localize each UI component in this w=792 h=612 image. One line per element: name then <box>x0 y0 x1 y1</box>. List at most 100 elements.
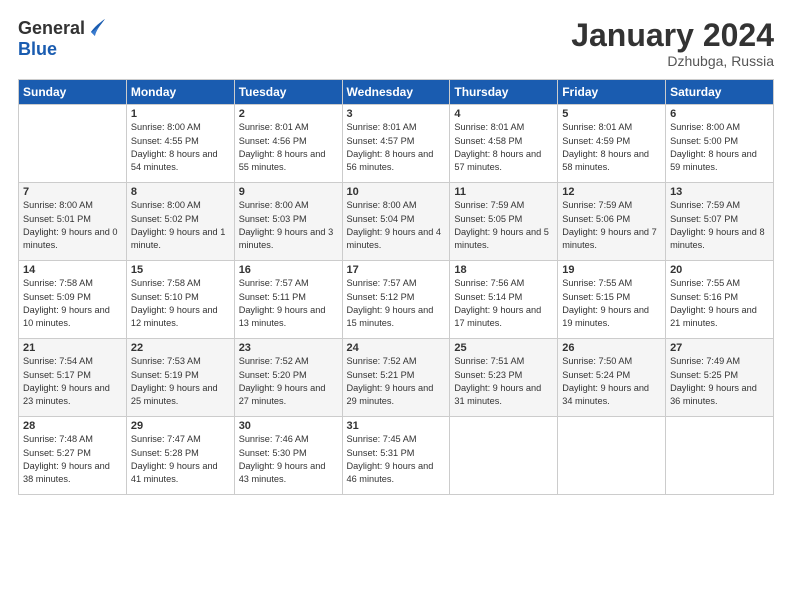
week-row-5: 28Sunrise: 7:48 AMSunset: 5:27 PMDayligh… <box>19 417 774 495</box>
calendar-cell: 1Sunrise: 8:00 AMSunset: 4:55 PMDaylight… <box>126 105 234 183</box>
day-number: 28 <box>23 420 122 432</box>
col-thursday: Thursday <box>450 80 558 105</box>
calendar-cell: 6Sunrise: 8:00 AMSunset: 5:00 PMDaylight… <box>666 105 774 183</box>
day-number: 11 <box>454 186 553 198</box>
calendar-cell: 11Sunrise: 7:59 AMSunset: 5:05 PMDayligh… <box>450 183 558 261</box>
day-info: Sunrise: 8:01 AMSunset: 4:57 PMDaylight:… <box>347 121 446 174</box>
day-info: Sunrise: 7:47 AMSunset: 5:28 PMDaylight:… <box>131 433 230 486</box>
header: General Blue January 2024 Dzhubga, Russi… <box>18 18 774 69</box>
col-wednesday: Wednesday <box>342 80 450 105</box>
calendar-cell: 20Sunrise: 7:55 AMSunset: 5:16 PMDayligh… <box>666 261 774 339</box>
day-info: Sunrise: 7:58 AMSunset: 5:10 PMDaylight:… <box>131 277 230 330</box>
col-monday: Monday <box>126 80 234 105</box>
calendar-cell: 25Sunrise: 7:51 AMSunset: 5:23 PMDayligh… <box>450 339 558 417</box>
day-info: Sunrise: 8:00 AMSunset: 5:02 PMDaylight:… <box>131 199 230 252</box>
calendar-cell: 31Sunrise: 7:45 AMSunset: 5:31 PMDayligh… <box>342 417 450 495</box>
col-sunday: Sunday <box>19 80 127 105</box>
calendar-cell: 7Sunrise: 8:00 AMSunset: 5:01 PMDaylight… <box>19 183 127 261</box>
calendar-cell: 10Sunrise: 8:00 AMSunset: 5:04 PMDayligh… <box>342 183 450 261</box>
day-number: 7 <box>23 186 122 198</box>
day-number: 8 <box>131 186 230 198</box>
day-number: 3 <box>347 108 446 120</box>
day-number: 12 <box>562 186 661 198</box>
day-number: 10 <box>347 186 446 198</box>
day-number: 17 <box>347 264 446 276</box>
col-friday: Friday <box>558 80 666 105</box>
day-number: 18 <box>454 264 553 276</box>
calendar-cell: 17Sunrise: 7:57 AMSunset: 5:12 PMDayligh… <box>342 261 450 339</box>
day-info: Sunrise: 7:55 AMSunset: 5:15 PMDaylight:… <box>562 277 661 330</box>
logo-bird-icon <box>87 18 105 40</box>
col-saturday: Saturday <box>666 80 774 105</box>
day-info: Sunrise: 7:59 AMSunset: 5:07 PMDaylight:… <box>670 199 769 252</box>
calendar-cell: 2Sunrise: 8:01 AMSunset: 4:56 PMDaylight… <box>234 105 342 183</box>
day-info: Sunrise: 8:01 AMSunset: 4:58 PMDaylight:… <box>454 121 553 174</box>
day-number: 5 <box>562 108 661 120</box>
calendar-cell: 15Sunrise: 7:58 AMSunset: 5:10 PMDayligh… <box>126 261 234 339</box>
day-number: 30 <box>239 420 338 432</box>
day-info: Sunrise: 7:50 AMSunset: 5:24 PMDaylight:… <box>562 355 661 408</box>
day-number: 21 <box>23 342 122 354</box>
title-block: January 2024 Dzhubga, Russia <box>571 18 774 69</box>
week-row-1: 1Sunrise: 8:00 AMSunset: 4:55 PMDaylight… <box>19 105 774 183</box>
calendar-cell: 8Sunrise: 8:00 AMSunset: 5:02 PMDaylight… <box>126 183 234 261</box>
day-number: 20 <box>670 264 769 276</box>
day-info: Sunrise: 8:01 AMSunset: 4:56 PMDaylight:… <box>239 121 338 174</box>
day-number: 15 <box>131 264 230 276</box>
day-number: 25 <box>454 342 553 354</box>
day-number: 4 <box>454 108 553 120</box>
calendar-cell: 23Sunrise: 7:52 AMSunset: 5:20 PMDayligh… <box>234 339 342 417</box>
col-tuesday: Tuesday <box>234 80 342 105</box>
day-number: 9 <box>239 186 338 198</box>
day-info: Sunrise: 7:59 AMSunset: 5:05 PMDaylight:… <box>454 199 553 252</box>
week-row-3: 14Sunrise: 7:58 AMSunset: 5:09 PMDayligh… <box>19 261 774 339</box>
day-info: Sunrise: 7:56 AMSunset: 5:14 PMDaylight:… <box>454 277 553 330</box>
calendar-table: Sunday Monday Tuesday Wednesday Thursday… <box>18 79 774 495</box>
day-info: Sunrise: 8:00 AMSunset: 5:03 PMDaylight:… <box>239 199 338 252</box>
calendar-cell: 30Sunrise: 7:46 AMSunset: 5:30 PMDayligh… <box>234 417 342 495</box>
day-info: Sunrise: 7:45 AMSunset: 5:31 PMDaylight:… <box>347 433 446 486</box>
day-info: Sunrise: 8:00 AMSunset: 4:55 PMDaylight:… <box>131 121 230 174</box>
day-info: Sunrise: 8:00 AMSunset: 5:04 PMDaylight:… <box>347 199 446 252</box>
calendar-cell <box>666 417 774 495</box>
logo: General Blue <box>18 18 105 60</box>
day-info: Sunrise: 8:00 AMSunset: 5:01 PMDaylight:… <box>23 199 122 252</box>
day-info: Sunrise: 7:46 AMSunset: 5:30 PMDaylight:… <box>239 433 338 486</box>
calendar-cell <box>19 105 127 183</box>
calendar-cell: 4Sunrise: 8:01 AMSunset: 4:58 PMDaylight… <box>450 105 558 183</box>
calendar-cell: 26Sunrise: 7:50 AMSunset: 5:24 PMDayligh… <box>558 339 666 417</box>
logo-general-text: General <box>18 19 85 39</box>
day-number: 22 <box>131 342 230 354</box>
day-info: Sunrise: 7:48 AMSunset: 5:27 PMDaylight:… <box>23 433 122 486</box>
day-number: 2 <box>239 108 338 120</box>
day-info: Sunrise: 7:57 AMSunset: 5:12 PMDaylight:… <box>347 277 446 330</box>
day-info: Sunrise: 8:01 AMSunset: 4:59 PMDaylight:… <box>562 121 661 174</box>
month-title: January 2024 <box>571 18 774 53</box>
day-info: Sunrise: 7:58 AMSunset: 5:09 PMDaylight:… <box>23 277 122 330</box>
week-row-2: 7Sunrise: 8:00 AMSunset: 5:01 PMDaylight… <box>19 183 774 261</box>
day-info: Sunrise: 7:51 AMSunset: 5:23 PMDaylight:… <box>454 355 553 408</box>
logo-blue-text: Blue <box>18 40 105 60</box>
calendar-cell: 9Sunrise: 8:00 AMSunset: 5:03 PMDaylight… <box>234 183 342 261</box>
calendar-cell: 13Sunrise: 7:59 AMSunset: 5:07 PMDayligh… <box>666 183 774 261</box>
day-number: 23 <box>239 342 338 354</box>
day-number: 6 <box>670 108 769 120</box>
calendar-cell: 16Sunrise: 7:57 AMSunset: 5:11 PMDayligh… <box>234 261 342 339</box>
day-number: 29 <box>131 420 230 432</box>
calendar-cell: 22Sunrise: 7:53 AMSunset: 5:19 PMDayligh… <box>126 339 234 417</box>
day-info: Sunrise: 7:59 AMSunset: 5:06 PMDaylight:… <box>562 199 661 252</box>
calendar-cell: 29Sunrise: 7:47 AMSunset: 5:28 PMDayligh… <box>126 417 234 495</box>
day-number: 27 <box>670 342 769 354</box>
page: General Blue January 2024 Dzhubga, Russi… <box>0 0 792 505</box>
day-number: 31 <box>347 420 446 432</box>
calendar-cell: 24Sunrise: 7:52 AMSunset: 5:21 PMDayligh… <box>342 339 450 417</box>
calendar-cell: 5Sunrise: 8:01 AMSunset: 4:59 PMDaylight… <box>558 105 666 183</box>
day-info: Sunrise: 7:54 AMSunset: 5:17 PMDaylight:… <box>23 355 122 408</box>
day-info: Sunrise: 7:53 AMSunset: 5:19 PMDaylight:… <box>131 355 230 408</box>
week-row-4: 21Sunrise: 7:54 AMSunset: 5:17 PMDayligh… <box>19 339 774 417</box>
day-info: Sunrise: 8:00 AMSunset: 5:00 PMDaylight:… <box>670 121 769 174</box>
day-number: 14 <box>23 264 122 276</box>
day-number: 26 <box>562 342 661 354</box>
calendar-cell: 27Sunrise: 7:49 AMSunset: 5:25 PMDayligh… <box>666 339 774 417</box>
calendar-cell: 28Sunrise: 7:48 AMSunset: 5:27 PMDayligh… <box>19 417 127 495</box>
